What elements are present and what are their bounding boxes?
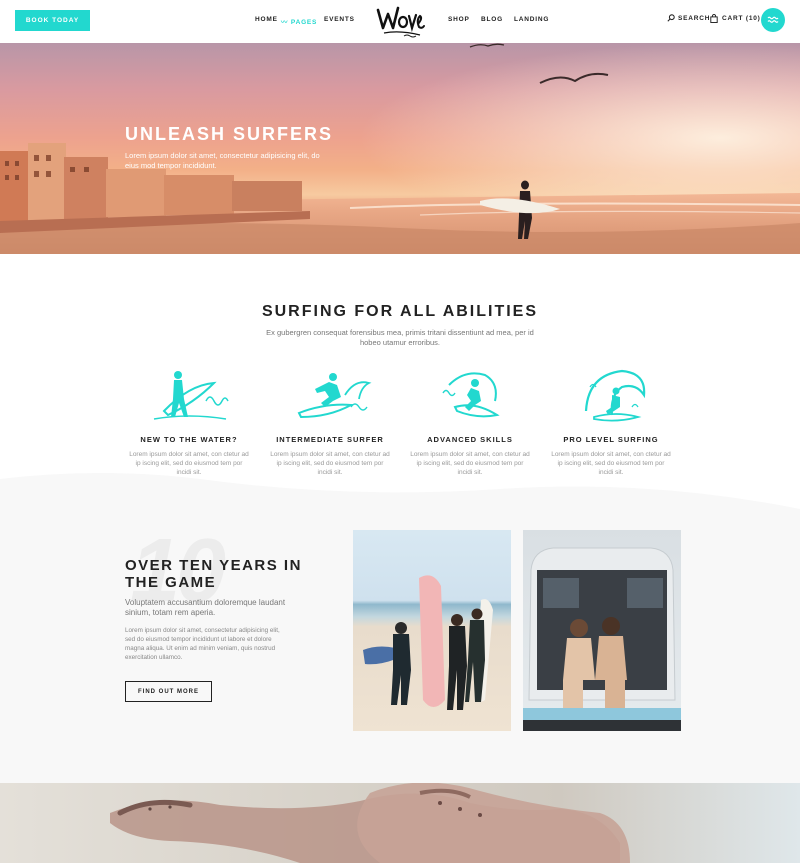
ability-text: Lorem ipsum dolor sit amet, con ctetur a… bbox=[551, 451, 671, 476]
ability-title: NEW TO THE WATER? bbox=[140, 435, 238, 444]
ability-card: NEW TO THE WATER? Lorem ipsum dolor sit … bbox=[129, 365, 249, 477]
search-link[interactable]: SEARCH bbox=[667, 14, 710, 22]
van-friends-photo bbox=[523, 530, 681, 731]
years-title: OVER TEN YEARS IN THE GAME bbox=[125, 557, 302, 591]
book-today-button[interactable]: BOOK TODAY bbox=[15, 10, 90, 31]
ability-text: Lorem ipsum dolor sit amet, con ctetur a… bbox=[410, 451, 530, 476]
nav-blog[interactable]: BLOG bbox=[481, 16, 503, 23]
abilities-subtitle: Ex gubergren consequat forensibus mea, p… bbox=[266, 328, 534, 347]
nav-shop[interactable]: SHOP bbox=[448, 16, 470, 23]
ability-title: ADVANCED SKILLS bbox=[427, 435, 513, 444]
nav-pages-label: PAGES bbox=[290, 19, 318, 26]
nav-pages[interactable]: 〰 PAGES bbox=[281, 16, 317, 26]
ability-card: PRO LEVEL SURFING Lorem ipsum dolor sit … bbox=[551, 365, 671, 477]
ability-card: ADVANCED SKILLS Lorem ipsum dolor sit am… bbox=[410, 365, 530, 477]
site-header: BOOK TODAY HOME 〰 PAGES EVENTS SHOP BLOG… bbox=[0, 0, 800, 43]
cart-link[interactable]: CART (10) bbox=[710, 14, 761, 23]
octopus-beach-image bbox=[0, 783, 800, 863]
wave-logo[interactable] bbox=[374, 2, 426, 40]
intermediate-surfer-icon bbox=[270, 365, 390, 427]
hero-subtitle: Lorem ipsum dolor sit amet, consectetur … bbox=[125, 151, 320, 170]
bag-icon bbox=[710, 14, 718, 23]
hero-sunset-image bbox=[0, 43, 800, 254]
years-text: Lorem ipsum dolor sit amet, consectetur … bbox=[125, 627, 280, 661]
search-icon bbox=[667, 14, 675, 22]
cart-label: CART (10) bbox=[722, 15, 761, 22]
nav-landing[interactable]: LANDING bbox=[514, 16, 549, 23]
ability-text: Lorem ipsum dolor sit amet, con ctetur a… bbox=[129, 451, 249, 476]
beginner-surfer-icon bbox=[129, 365, 249, 427]
hero-title: UNLEASH SURFERS bbox=[125, 124, 334, 144]
menu-button[interactable] bbox=[761, 8, 785, 32]
advanced-surfer-icon bbox=[410, 365, 530, 427]
ability-card: INTERMEDIATE SURFER Lorem ipsum dolor si… bbox=[270, 365, 390, 477]
surfers-beach-photo bbox=[353, 530, 511, 731]
ability-title: PRO LEVEL SURFING bbox=[563, 435, 659, 444]
ability-title: INTERMEDIATE SURFER bbox=[276, 435, 384, 444]
find-out-more-button[interactable]: FIND OUT MORE bbox=[125, 681, 212, 702]
nav-home[interactable]: HOME bbox=[255, 16, 278, 23]
abilities-title: SURFING FOR ALL ABILITIES bbox=[261, 303, 539, 320]
hero-banner: UNLEASH SURFERS Lorem ipsum dolor sit am… bbox=[0, 43, 800, 254]
ability-text: Lorem ipsum dolor sit amet, con ctetur a… bbox=[270, 451, 390, 476]
waves-menu-icon bbox=[767, 16, 779, 23]
nav-events[interactable]: EVENTS bbox=[324, 16, 355, 23]
pro-surfer-icon bbox=[551, 365, 671, 427]
years-subtitle: Voluptatem accusantium doloremque laudan… bbox=[125, 598, 286, 617]
search-label: SEARCH bbox=[678, 14, 711, 22]
wave-icon: 〰 bbox=[281, 19, 289, 26]
